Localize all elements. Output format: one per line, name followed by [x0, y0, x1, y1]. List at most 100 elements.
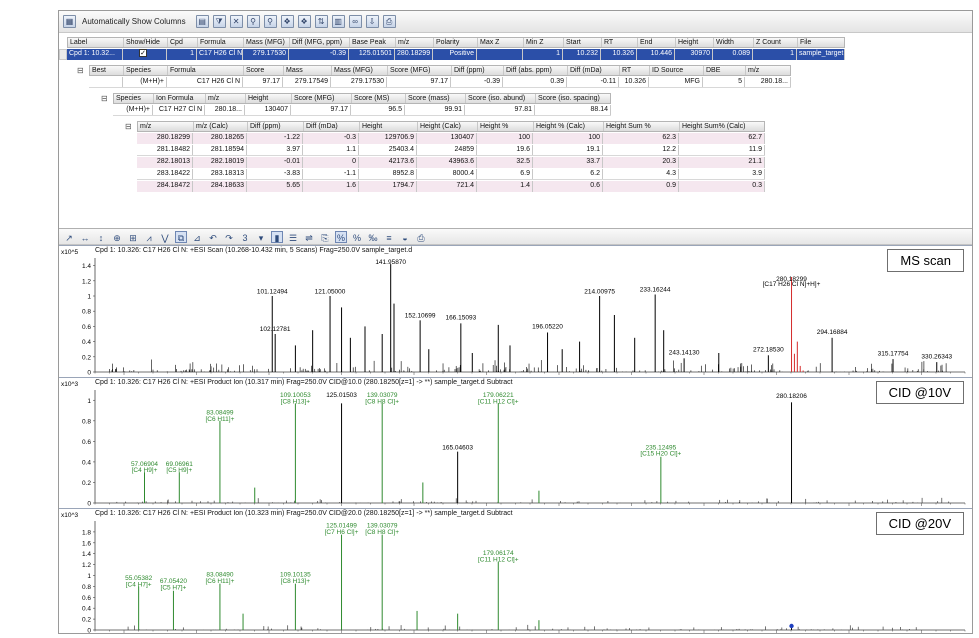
y-tick-label: 0.2: [82, 617, 91, 624]
species-row-cell: 96.5: [351, 105, 405, 115]
percent-axis-icon[interactable]: %: [335, 230, 347, 243]
isotope-row[interactable]: 282.18013 282.18019 -0.01 0 42173.6 43963.6 32…: [137, 157, 765, 168]
undo-icon[interactable]: ↶: [207, 231, 219, 243]
cid10-panel: x10^3 1 0.8 0.6 0.4 0.2 0 109.10053 [C8 H13]+ 125…: [59, 377, 972, 508]
single-panel-icon[interactable]: ▮: [271, 230, 283, 243]
isotope-header-cell: m/z (Calc): [194, 122, 248, 131]
clear-filter-icon[interactable]: ✕: [229, 15, 243, 28]
pan-vertical-icon[interactable]: ↕: [95, 231, 107, 243]
autoscale-icon[interactable]: ⊞: [127, 231, 139, 243]
dropdown-icon[interactable]: ▾: [255, 231, 267, 243]
species-header-cell: Score (iso. abund): [466, 94, 536, 103]
table-icon[interactable]: ▤: [195, 15, 209, 28]
compound-header[interactable]: Label Show/Hide Cpd Formula Mass (MFG) Diff (…: [67, 37, 845, 48]
percent-icon[interactable]: %: [351, 231, 363, 243]
species-row[interactable]: (M+H)+ C17 H27 Cl N 280.18... 130407 97.17 96…: [113, 105, 611, 116]
formula-header-cell: Mass (MFG): [332, 66, 388, 75]
ungroup-icon[interactable]: ❖: [297, 15, 311, 28]
link-icon[interactable]: ∞: [348, 15, 362, 28]
isotope-header-cell: Height Sum %: [604, 122, 680, 131]
peak-label: 121.05000: [315, 289, 346, 296]
isotope-row[interactable]: 284.18472 284.18633 5.65 1.6 1794.7 721.4 1.4 0…: [137, 181, 765, 192]
show-hide-checkbox[interactable]: ✓: [139, 49, 147, 57]
compound-row-cell: 0.089: [713, 49, 753, 60]
species-header-cell: Height: [246, 94, 292, 103]
cid20-tag: CID @20V: [875, 512, 964, 535]
cid10-title: Cpd 1: 10.326: C17 H26 Cl N: +ESI Produc…: [95, 379, 513, 386]
color-icon[interactable]: ◒: [399, 231, 411, 243]
y-tick-label: 1: [87, 398, 91, 405]
formula-row[interactable]: (M+H)+ C17 H26 Cl N 97.17 279.17549 279.1753…: [89, 77, 791, 88]
compound-header-cell: Cpd: [168, 38, 198, 47]
results-grid: Label Show/Hide Cpd Formula Mass (MFG) Diff (…: [59, 33, 972, 229]
export-icon[interactable]: ⇩: [365, 15, 379, 28]
stacked-panels-icon[interactable]: ☰: [287, 231, 299, 243]
arrow-icon[interactable]: ↗: [63, 231, 75, 243]
peak-label: [C6 H11]+: [205, 416, 234, 423]
isotope-row-cell: 8952.8: [359, 169, 417, 179]
pan-horizontal-icon[interactable]: ↔: [79, 231, 91, 243]
legend-icon[interactable]: ≡: [383, 231, 395, 243]
isotope-row[interactable]: 283.18422 283.18313 -3.83 -1.1 8952.8 8000.4 6…: [137, 169, 765, 180]
compound-header-cell: Base Peak: [350, 38, 396, 47]
isotope-row-cell: -1.1: [303, 169, 359, 179]
isotope-row-cell: 3.9: [679, 169, 765, 179]
formula-header-cell: Formula: [168, 66, 244, 75]
y-tick-label: 0.4: [82, 606, 91, 613]
find-icon[interactable]: ⚲: [246, 15, 260, 28]
row-selector[interactable]: [59, 49, 67, 60]
isotope-row-cell: 19.1: [533, 145, 603, 155]
copy-icon[interactable]: ⎘: [319, 231, 331, 243]
expand-icon[interactable]: ⊟: [125, 122, 132, 131]
auto-columns-label[interactable]: Automatically Show Columns: [82, 17, 186, 26]
columns-icon[interactable]: ▦: [63, 15, 76, 28]
panel-count[interactable]: 3: [239, 231, 251, 243]
find-next-icon[interactable]: ⚲: [263, 15, 277, 28]
isotope-row-cell: 282.18019: [193, 157, 247, 168]
annotate-icon[interactable]: ⊿: [191, 231, 203, 243]
peak-label-icon[interactable]: ⩘: [143, 231, 155, 243]
isotope-row[interactable]: 281.18482 281.18594 3.97 1.1 25403.4 24859 19.…: [137, 145, 765, 156]
isotope-row-cell: 6.2: [533, 169, 603, 179]
species-row-cell: (M+H)+: [113, 105, 153, 115]
spectrum-plot[interactable]: x10^51.4 1.2 1 0.8 0.6 0.4 0.2 0 141.95870 121.05…: [59, 246, 972, 378]
print-icon[interactable]: ⎙: [382, 15, 396, 28]
formula-header[interactable]: Best Species Formula Score Mass Mass (MFG) Sco…: [89, 65, 791, 76]
group-icon[interactable]: ❖: [280, 15, 294, 28]
peak-label: [C4 H7]+: [126, 581, 152, 588]
baseline-icon[interactable]: ⋁: [159, 231, 171, 243]
isotope-row-cell: 281.18594: [193, 145, 247, 155]
species-header-cell: Species: [114, 94, 154, 103]
expand-icon[interactable]: ⊟: [77, 66, 84, 75]
spectrum-plot[interactable]: x10^310.80.60.40.20109.10053[C8 H13]+125…: [59, 378, 972, 509]
species-header-cell: Ion Formula: [154, 94, 206, 103]
peak-label: 315.17754: [878, 350, 909, 357]
compound-row-cell: Positive: [433, 49, 477, 60]
formula-header-cell: RT: [620, 66, 650, 75]
isotope-row[interactable]: 280.18299 280.18265 -1.22 -0.3 129706.9 13040…: [137, 133, 765, 144]
y-scale-label: x10^3: [61, 381, 79, 388]
mirror-icon[interactable]: ⇌: [303, 231, 315, 243]
expand-icon[interactable]: ⊟: [101, 94, 108, 103]
isotope-header-cell: Height: [360, 122, 418, 131]
sort-icon[interactable]: ⇅: [314, 15, 328, 28]
formula-row-cell: -0.11: [567, 77, 619, 87]
axis-line: [94, 258, 965, 373]
compound-row[interactable]: Cpd 1: 10.32... ✓ 1 C17 H26 Cl N 279.17530 -0…: [67, 49, 845, 60]
normalize-icon[interactable]: ‰: [367, 231, 379, 243]
zoom-icon[interactable]: ⊕: [111, 231, 123, 243]
isotope-row-cell: -0.01: [247, 157, 303, 168]
chart-icon[interactable]: ▥: [331, 15, 345, 28]
species-header[interactable]: Species Ion Formula m/z Height Score (MFG) Sc…: [113, 93, 611, 104]
print-spectrum-icon[interactable]: ⎙: [415, 231, 427, 243]
spectrum-plot[interactable]: x10^31.81.61.41.210.80.60.40.20125.01499…: [59, 509, 972, 634]
redo-icon[interactable]: ↷: [223, 231, 235, 243]
formula-header-cell: Diff (mDa): [568, 66, 620, 75]
filter-icon[interactable]: ⧩: [212, 15, 226, 28]
formula-header-cell: Diff (abs. ppm): [504, 66, 568, 75]
overlay-icon[interactable]: ⧉: [175, 230, 187, 243]
y-tick-label: 1.2: [82, 562, 91, 569]
compound-header-cell: RT: [602, 38, 638, 47]
y-scale-label: x10^3: [61, 512, 79, 519]
isotope-header[interactable]: m/z m/z (Calc) Diff (ppm) Diff (mDa) Height H…: [137, 121, 765, 132]
